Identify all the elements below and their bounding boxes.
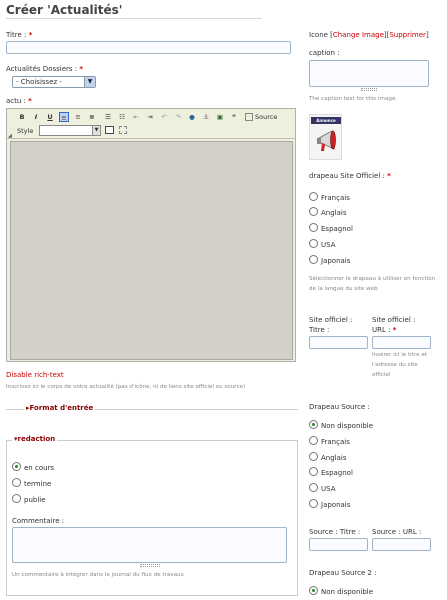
drapeau-radio-japonais[interactable] xyxy=(309,255,318,264)
bullet-list-icon[interactable]: ☰ xyxy=(103,112,113,122)
source-anglais-label: Anglais xyxy=(321,454,347,462)
drapeau-help: Sélectionner le drapeau à utiliser en fo… xyxy=(309,276,436,292)
page-title: Créer 'Actualités' xyxy=(6,3,123,17)
page-break-icon[interactable] xyxy=(119,126,127,134)
source-button[interactable]: Source xyxy=(255,112,277,122)
redo-icon[interactable]: ↷ xyxy=(173,112,183,122)
source-japonais-label: Japonais xyxy=(321,501,351,509)
site-url-help: Insérer ici le titre et l'adresse du sit… xyxy=(372,352,427,378)
titre-label: Titre : * xyxy=(6,31,33,39)
source-url-label: Source : URL : xyxy=(372,528,422,536)
dossiers-select[interactable]: - Choisissez - ▼ xyxy=(12,76,96,88)
style-label: Style xyxy=(17,127,34,135)
table-icon[interactable] xyxy=(105,126,114,134)
link-icon[interactable]: ● xyxy=(187,112,197,122)
disable-rich-text-link[interactable]: Disable rich-text xyxy=(6,371,64,379)
dossiers-selected: - Choisissez - xyxy=(16,78,62,86)
drapeau-radio-espagnol[interactable] xyxy=(309,223,318,232)
change-image-link[interactable]: Change Image xyxy=(333,31,384,39)
bold-button[interactable]: B xyxy=(17,112,27,122)
drapeau-radio-francais[interactable] xyxy=(309,192,318,201)
source2-non-disponible-label: Non disponible xyxy=(321,588,374,596)
caption-resize-grip[interactable] xyxy=(361,88,377,91)
source-titre-input[interactable] xyxy=(309,538,368,551)
source-titre-label: Source : Titre : xyxy=(309,528,361,536)
drapeau-radio-usa[interactable] xyxy=(309,239,318,248)
source-radio-japonais[interactable] xyxy=(309,499,318,508)
source2-label: Drapeau Source 2 : xyxy=(309,569,377,577)
editor-content-area[interactable] xyxy=(10,141,293,360)
source-usa-label: USA xyxy=(321,485,336,493)
drapeau-label: drapeau Site Officiel : * xyxy=(309,172,391,180)
source-icon[interactable] xyxy=(245,113,253,121)
chevron-down-icon: ▼ xyxy=(84,77,95,87)
source-url-input[interactable] xyxy=(372,538,431,551)
commentaire-label: Commentaire : xyxy=(12,517,65,525)
source-radio-francais[interactable] xyxy=(309,436,318,445)
site-url-input[interactable] xyxy=(372,336,431,349)
title-underline xyxy=(6,18,262,19)
numbered-list-icon[interactable]: ☷ xyxy=(117,112,127,122)
drapeau-espagnol-label: Espagnol xyxy=(321,225,353,233)
source2-radio-non-disponible[interactable] xyxy=(309,586,318,595)
drapeau-francais-label: Français xyxy=(321,194,350,202)
style-select[interactable]: ▼ xyxy=(39,125,101,136)
actu-label: actu : * xyxy=(6,97,32,105)
editor-help-text: Inscrivez ici le corps de votre actualit… xyxy=(6,384,246,390)
commentaire-resize-grip[interactable] xyxy=(140,564,160,567)
icon-preview-caption: Annonce xyxy=(311,117,341,124)
drapeau-japonais-label: Japonais xyxy=(321,257,351,265)
supprimer-link[interactable]: Supprimer xyxy=(389,31,426,39)
icone-label: Icone xyxy=(309,31,328,39)
dossiers-label: Actualités Dossiers : * xyxy=(6,65,84,73)
image-icon[interactable]: ▣ xyxy=(215,112,225,122)
source-radio-non-disponible[interactable] xyxy=(309,420,318,429)
source-espagnol-label: Espagnol xyxy=(321,469,353,477)
icon-preview-image: Annonce xyxy=(309,114,342,160)
drapeau-radio-anglais[interactable] xyxy=(309,207,318,216)
site-titre-input[interactable] xyxy=(309,336,368,349)
caption-help: The caption text for this image. xyxy=(309,96,398,102)
drapeau-anglais-label: Anglais xyxy=(321,209,347,217)
radio-en-cours[interactable] xyxy=(12,462,21,471)
align-justify-icon[interactable]: ≣ xyxy=(87,112,97,122)
site-titre-label: Site officiel : Titre : xyxy=(309,316,353,334)
toolbar-row-1: B I U ≡ ≡ ≣ ☰ ☷ ⇤ ⇥ ↶ ↷ ● ⚓ ▣ “ Source xyxy=(15,112,295,122)
icone-row: Icone [Change Image][Supprimer] xyxy=(309,31,429,39)
radio-en-cours-label: en cours xyxy=(24,464,55,472)
caption-textarea[interactable] xyxy=(309,60,429,87)
caption-label: caption : xyxy=(309,49,340,57)
redaction-toggle[interactable]: ▾redaction xyxy=(12,435,58,443)
format-entree-toggle[interactable]: ▸Format d'entrée xyxy=(24,404,96,412)
source-radio-anglais[interactable] xyxy=(309,452,318,461)
source-francais-label: Français xyxy=(321,438,350,446)
source-radio-usa[interactable] xyxy=(309,483,318,492)
radio-termine[interactable] xyxy=(12,478,21,487)
radio-publie[interactable] xyxy=(12,494,21,503)
megaphone-icon xyxy=(316,129,338,153)
indent-icon[interactable]: ⇥ xyxy=(145,112,155,122)
rich-text-editor: B I U ≡ ≡ ≣ ☰ ☷ ⇤ ⇥ ↶ ↷ ● ⚓ ▣ “ Source ◢… xyxy=(6,108,296,362)
underline-button[interactable]: U xyxy=(45,112,55,122)
quote-icon[interactable]: “ xyxy=(229,112,239,122)
toolbar-collapse-icon[interactable]: ◢ xyxy=(8,133,12,139)
titre-input[interactable] xyxy=(6,41,291,54)
outdent-icon[interactable]: ⇤ xyxy=(131,112,141,122)
site-url-label: Site officiel : URL : * xyxy=(372,316,416,334)
commentaire-textarea[interactable] xyxy=(12,527,287,563)
source-non-disponible-label: Non disponible xyxy=(321,422,374,430)
align-center-icon[interactable]: ≡ xyxy=(73,112,83,122)
source-label: Drapeau Source : xyxy=(309,403,370,411)
chevron-down-icon: ▼ xyxy=(92,126,100,135)
radio-publie-label: publie xyxy=(24,496,46,504)
drapeau-usa-label: USA xyxy=(321,241,336,249)
undo-icon[interactable]: ↶ xyxy=(159,112,169,122)
align-left-icon[interactable]: ≡ xyxy=(59,112,69,122)
editor-toolbar: B I U ≡ ≡ ≣ ☰ ☷ ⇤ ⇥ ↶ ↷ ● ⚓ ▣ “ Source ◢… xyxy=(7,109,295,139)
commentaire-help: Un commentaire à intégrer dans le journa… xyxy=(12,572,184,578)
anchor-icon[interactable]: ⚓ xyxy=(201,112,211,122)
radio-termine-label: termine xyxy=(24,480,52,488)
italic-button[interactable]: I xyxy=(31,112,41,122)
source-radio-espagnol[interactable] xyxy=(309,467,318,476)
